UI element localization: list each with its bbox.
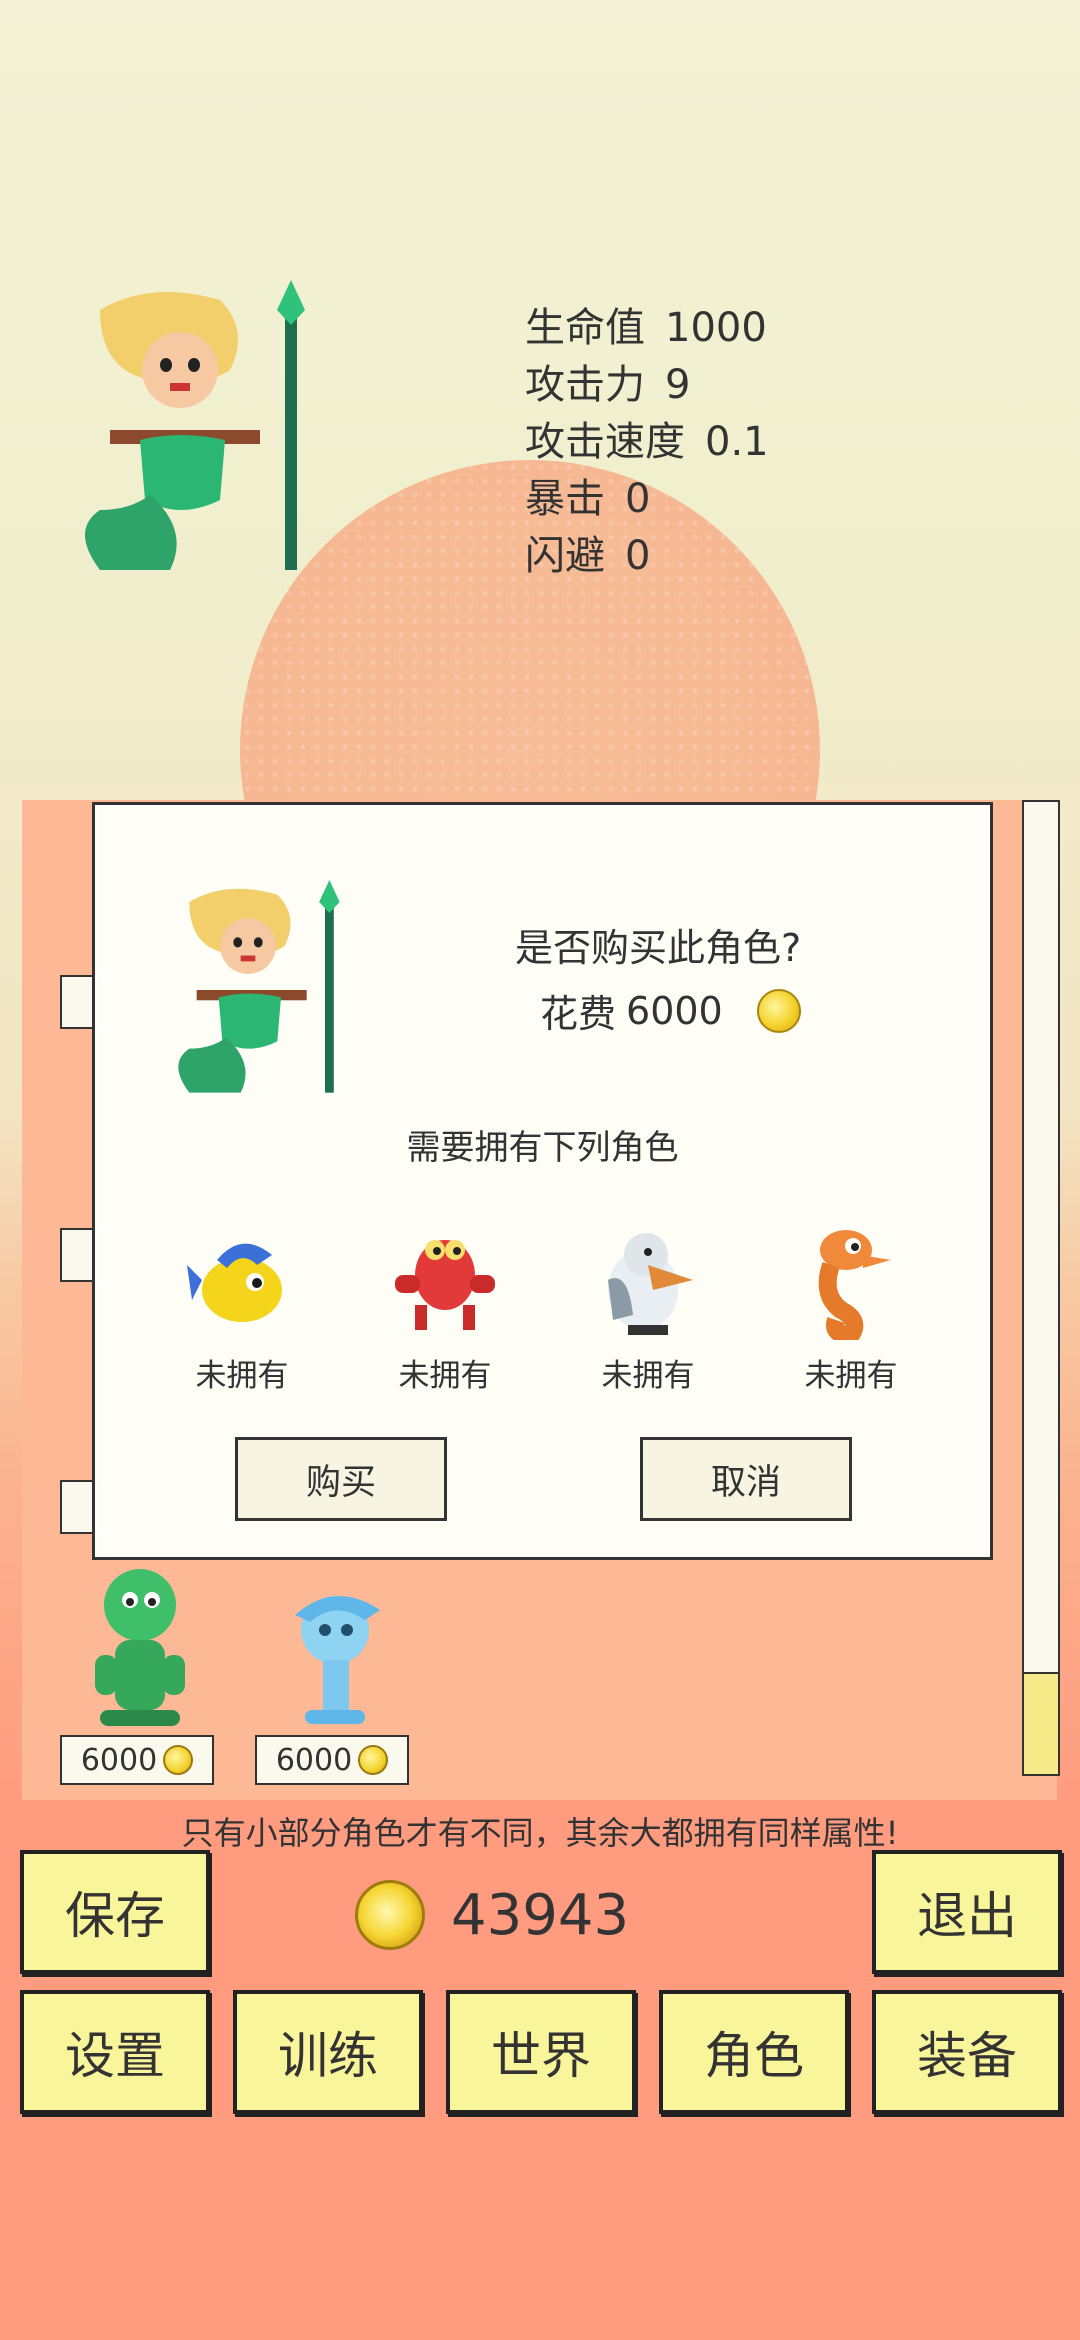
stat-value: 1000	[665, 305, 767, 351]
exit-button[interactable]: 退出	[872, 1850, 1062, 1974]
shop-card-green-seahorse[interactable]: 6000	[60, 1560, 215, 1800]
stat-value: 9	[665, 362, 691, 408]
seahorse-sprite	[818, 1230, 891, 1345]
pelican-sprite	[608, 1233, 693, 1335]
coin-icon	[163, 1745, 194, 1775]
ownership-status: 未拥有	[804, 1358, 898, 1394]
stat-hp: 生命值 1000	[525, 300, 789, 357]
coin-icon	[358, 1745, 389, 1775]
stat-value: 0	[625, 476, 651, 522]
required-pelican: 未拥有	[568, 1220, 728, 1395]
cost-value: 6000	[626, 988, 723, 1033]
stat-value: 0.1	[705, 419, 769, 465]
cost-label: 花费	[540, 992, 617, 1036]
red-crab-sprite	[395, 1240, 495, 1330]
shop-card-water-spirit[interactable]: 6000	[255, 1560, 410, 1800]
nav-training-button[interactable]: 训练	[233, 1990, 423, 2114]
card-price: 6000	[255, 1735, 409, 1785]
card-price: 6000	[60, 1735, 214, 1785]
required-heading: 需要拥有下列角色	[406, 1128, 679, 1168]
stat-label: 生命值	[525, 305, 645, 351]
mermaid-hero-sprite	[85, 280, 305, 570]
water-spirit-sprite	[295, 1596, 380, 1724]
green-seahorse-sprite	[95, 1569, 185, 1726]
gold-counter: 43943	[355, 1880, 629, 1950]
stat-dodge: 闪避 0	[525, 528, 789, 585]
stat-label: 攻击速度	[525, 419, 685, 465]
stat-attack-speed: 攻击速度 0.1	[525, 414, 789, 471]
nav-settings-button[interactable]: 设置	[20, 1990, 210, 2114]
save-button[interactable]: 保存	[20, 1850, 210, 1974]
purchase-dialog: 是否购买此角色? 花费 6000 需要拥有下列角色 未拥有 未拥有 未拥有 未拥…	[92, 802, 993, 1560]
dialog-mermaid-sprite	[178, 880, 340, 1093]
gold-amount: 43943	[451, 1882, 630, 1948]
price-text: 6000	[80, 1742, 158, 1778]
ownership-status: 未拥有	[398, 1358, 492, 1394]
coin-icon	[756, 988, 801, 1033]
yellow-fish-sprite	[187, 1243, 282, 1322]
nav-equipment-button[interactable]: 装备	[872, 1990, 1062, 2114]
required-yellow-fish: 未拥有	[162, 1220, 322, 1395]
stat-label: 攻击力	[525, 362, 645, 408]
buy-button[interactable]: 购买	[235, 1437, 447, 1521]
stat-label: 暴击	[525, 476, 605, 522]
required-red-crab: 未拥有	[365, 1220, 525, 1395]
ownership-status: 未拥有	[195, 1358, 289, 1394]
price-text: 6000	[275, 1742, 353, 1778]
stats-list: 生命值 1000 攻击力 9 攻击速度 0.1 暴击 0 闪避 0	[525, 300, 789, 585]
shop-scrollbar[interactable]	[1022, 800, 1060, 1776]
nav-character-button[interactable]: 角色	[659, 1990, 849, 2114]
ownership-status: 未拥有	[601, 1358, 695, 1394]
stat-attack: 攻击力 9	[525, 357, 789, 414]
scrollbar-thumb[interactable]	[1024, 1672, 1058, 1774]
required-seahorse: 未拥有	[771, 1220, 931, 1395]
stat-value: 0	[625, 533, 651, 579]
stat-label: 闪避	[525, 533, 605, 579]
stat-crit: 暴击 0	[525, 471, 789, 528]
coin-icon	[355, 1880, 425, 1950]
hint-text: 只有小部分角色才有不同，其余大都拥有同样属性!	[181, 1814, 899, 1852]
dialog-question: 是否购买此角色?	[515, 926, 802, 970]
cancel-button[interactable]: 取消	[640, 1437, 852, 1521]
dialog-cost: 花费 6000	[540, 983, 801, 1038]
nav-world-button[interactable]: 世界	[446, 1990, 636, 2114]
